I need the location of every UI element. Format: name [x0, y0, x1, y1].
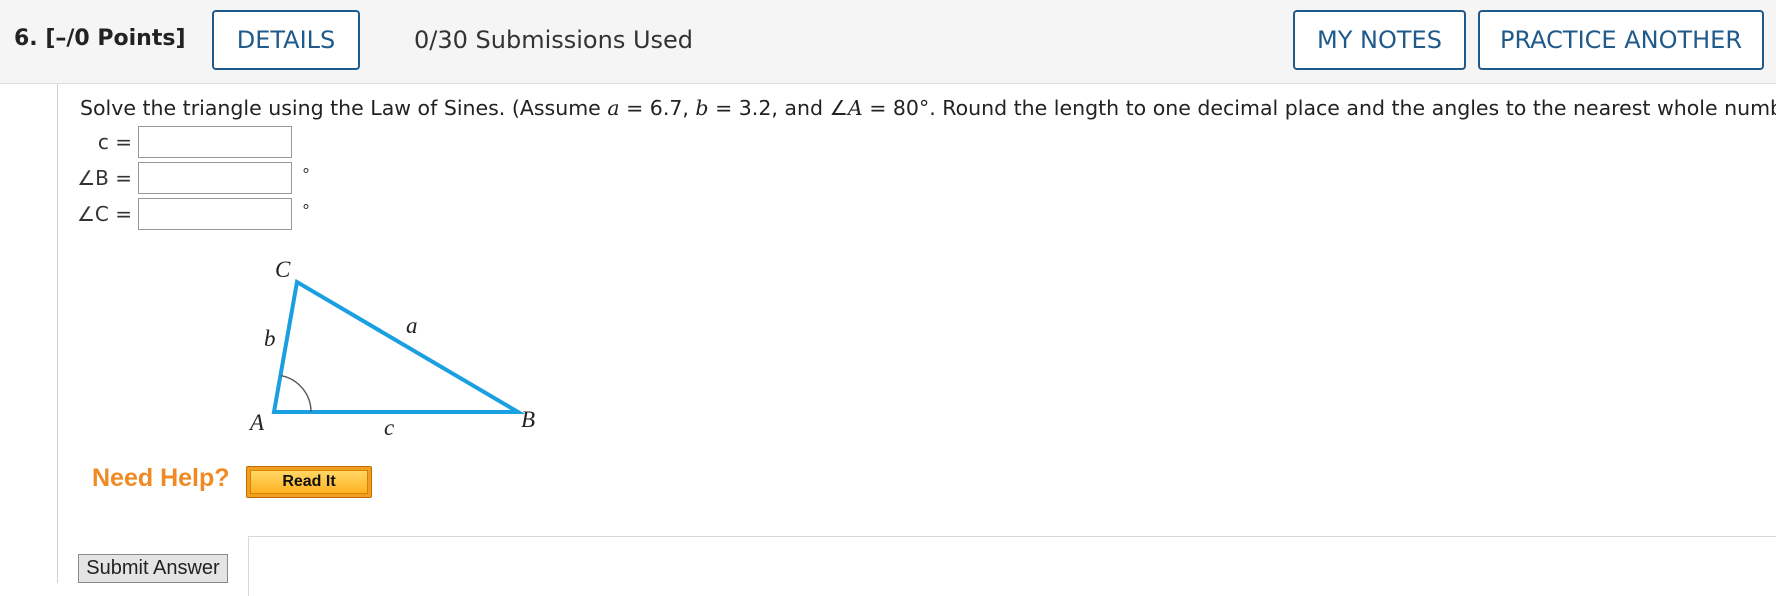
degree-symbol: °: [302, 164, 310, 184]
content-divider: [57, 84, 58, 583]
triangle-figure: C b a A c B: [248, 257, 535, 440]
details-button[interactable]: DETAILS: [212, 10, 360, 70]
triangle: [271, 278, 526, 414]
answer-row-c: c =: [60, 125, 302, 159]
angle-a-arc: [280, 374, 312, 413]
side-label-a: a: [406, 313, 418, 338]
answer-label-angle-b: ∠B =: [77, 166, 132, 190]
question-points: 6. [–/0 Points]: [14, 26, 186, 51]
need-help-label: Need Help?: [92, 464, 230, 492]
answer-feedback-area: [248, 536, 1776, 596]
read-it-label: Read It: [250, 470, 368, 494]
side-label-b: b: [264, 326, 276, 351]
answer-input-angle-c[interactable]: [138, 198, 292, 230]
question-number: 6.: [14, 26, 38, 51]
submissions-count: 0/30 Submissions Used: [414, 26, 694, 54]
vertex-label-c: C: [275, 257, 291, 282]
answer-label-c: c =: [97, 130, 132, 154]
vertex-label-b: B: [521, 407, 535, 432]
answer-row-angle-c: ∠C = °: [60, 197, 310, 231]
question-header: 6. [–/0 Points] DETAILS 0/30 Submissions…: [0, 0, 1776, 84]
submit-answer-button[interactable]: Submit Answer: [78, 554, 228, 583]
answer-row-angle-b: ∠B = °: [60, 161, 310, 195]
my-notes-button[interactable]: MY NOTES: [1293, 10, 1466, 70]
question-prompt: Solve the triangle using the Law of Sine…: [80, 96, 1776, 120]
read-it-button[interactable]: Read It: [246, 466, 372, 498]
answer-label-angle-c: ∠C =: [76, 202, 132, 226]
degree-symbol: °: [302, 200, 310, 220]
side-label-c: c: [384, 415, 394, 440]
points-label: [–/0 Points]: [45, 26, 186, 51]
vertex-label-a: A: [248, 410, 265, 435]
answer-input-angle-b[interactable]: [138, 162, 292, 194]
answer-input-c[interactable]: [138, 126, 292, 158]
practice-another-button[interactable]: PRACTICE ANOTHER: [1478, 10, 1764, 70]
